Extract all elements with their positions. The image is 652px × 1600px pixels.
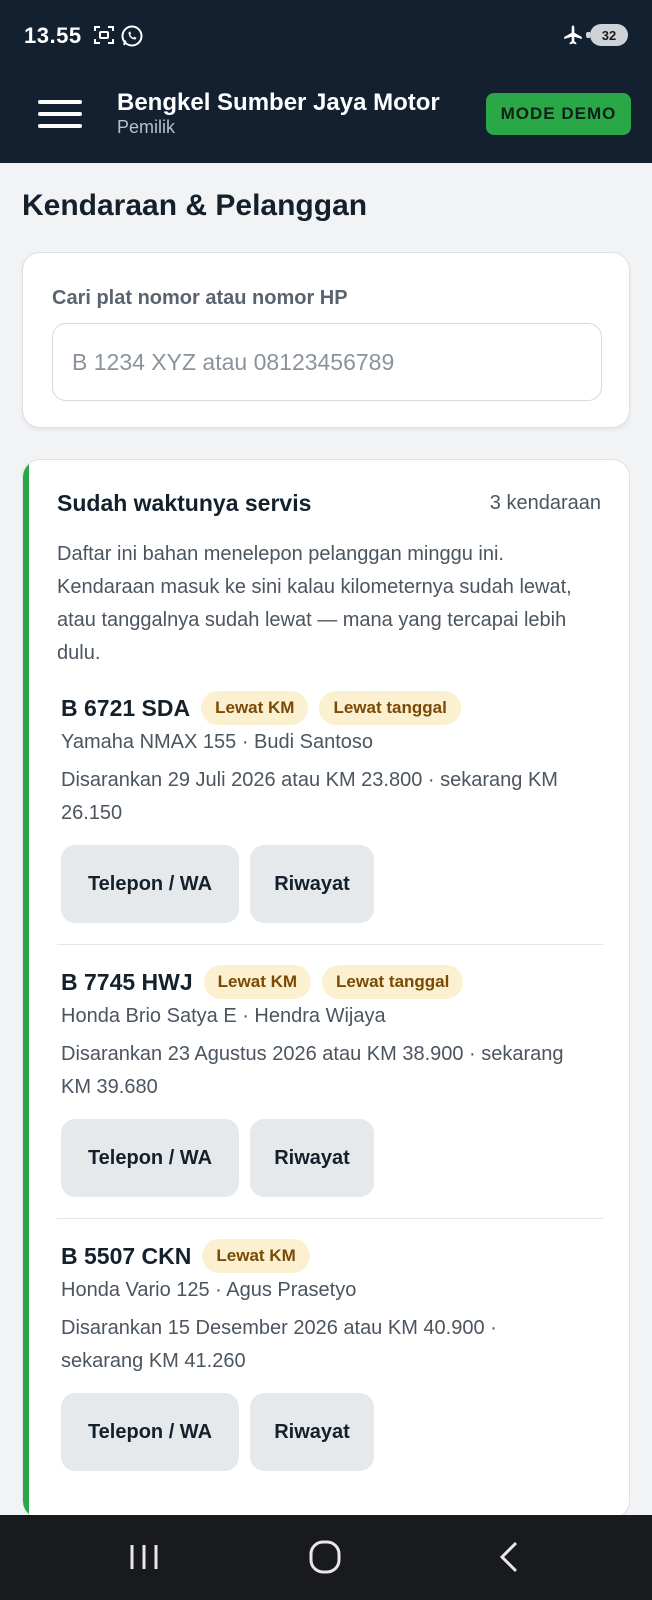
menu-icon[interactable]	[38, 100, 82, 128]
system-nav-bar	[0, 1515, 652, 1600]
overdue-km-badge: Lewat KM	[203, 965, 312, 999]
history-button[interactable]: Riwayat	[250, 1119, 374, 1197]
history-button[interactable]: Riwayat	[250, 845, 374, 923]
overdue-km-badge: Lewat KM	[201, 691, 309, 725]
vehicle-model-owner: Honda Vario 125 · Agus Prasetyo	[61, 1279, 357, 1301]
service-recommendation: Disarankan 15 Desember 2026 atau KM 40.9…	[61, 1317, 497, 1372]
service-recommendation: Disarankan 23 Agustus 2026 atau KM 38.90…	[61, 1043, 564, 1098]
user-role: Pemilik	[117, 117, 176, 137]
vehicle-count: 3 kendaraan	[489, 492, 601, 514]
section-description: Daftar ini bahan menelepon pelanggan min…	[57, 543, 572, 664]
card-accent-bar	[23, 460, 29, 1518]
history-button[interactable]: Riwayat	[250, 1393, 374, 1471]
vehicle-model-owner: Honda Brio Satya E · Hendra Wijaya	[61, 1005, 386, 1027]
battery-level: 32	[601, 27, 617, 43]
status-time: 13.55	[24, 23, 82, 48]
airplane-icon	[562, 24, 584, 51]
divider	[57, 944, 603, 945]
call-whatsapp-button[interactable]: Telepon / WA	[61, 1119, 239, 1197]
divider	[57, 1218, 603, 1219]
app-header: 13.55 32 Bengkel Sumber Jaya Motor Pemil…	[0, 0, 652, 163]
demo-mode-badge[interactable]: MODE DEMO	[486, 93, 631, 135]
app-title: Bengkel Sumber Jaya Motor	[117, 89, 440, 116]
service-recommendation: Disarankan 29 Juli 2026 atau KM 23.800 ·…	[61, 769, 558, 824]
recent-apps-icon[interactable]	[119, 1535, 169, 1579]
status-bar: 13.55 32	[0, 0, 652, 72]
home-icon[interactable]	[300, 1535, 350, 1579]
page-title: Kendaraan & Pelanggan	[22, 189, 368, 222]
vehicle-model-owner: Yamaha NMAX 155 · Budi Santoso	[61, 731, 374, 753]
search-input[interactable]	[52, 323, 602, 401]
plate-number: B 6721 SDA	[61, 694, 191, 721]
whatsapp-icon	[120, 24, 144, 53]
battery-icon: 32	[586, 24, 628, 46]
overdue-date-badge: Lewat tanggal	[322, 965, 464, 999]
call-whatsapp-button[interactable]: Telepon / WA	[61, 1393, 239, 1471]
overdue-date-badge: Lewat tanggal	[319, 691, 461, 725]
overdue-km-badge: Lewat KM	[202, 1239, 310, 1273]
plate-number: B 7745 HWJ	[61, 968, 193, 995]
call-whatsapp-button[interactable]: Telepon / WA	[61, 845, 239, 923]
screenshot-icon	[93, 24, 115, 51]
search-label: Cari plat nomor atau nomor HP	[52, 287, 348, 309]
service-due-card: Sudah waktunya servis 3 kendaraan Daftar…	[22, 459, 630, 1519]
back-icon[interactable]	[484, 1535, 534, 1579]
search-card: Cari plat nomor atau nomor HP	[22, 252, 630, 428]
plate-number: B 5507 CKN	[61, 1242, 192, 1269]
section-title: Sudah waktunya servis	[57, 490, 312, 516]
